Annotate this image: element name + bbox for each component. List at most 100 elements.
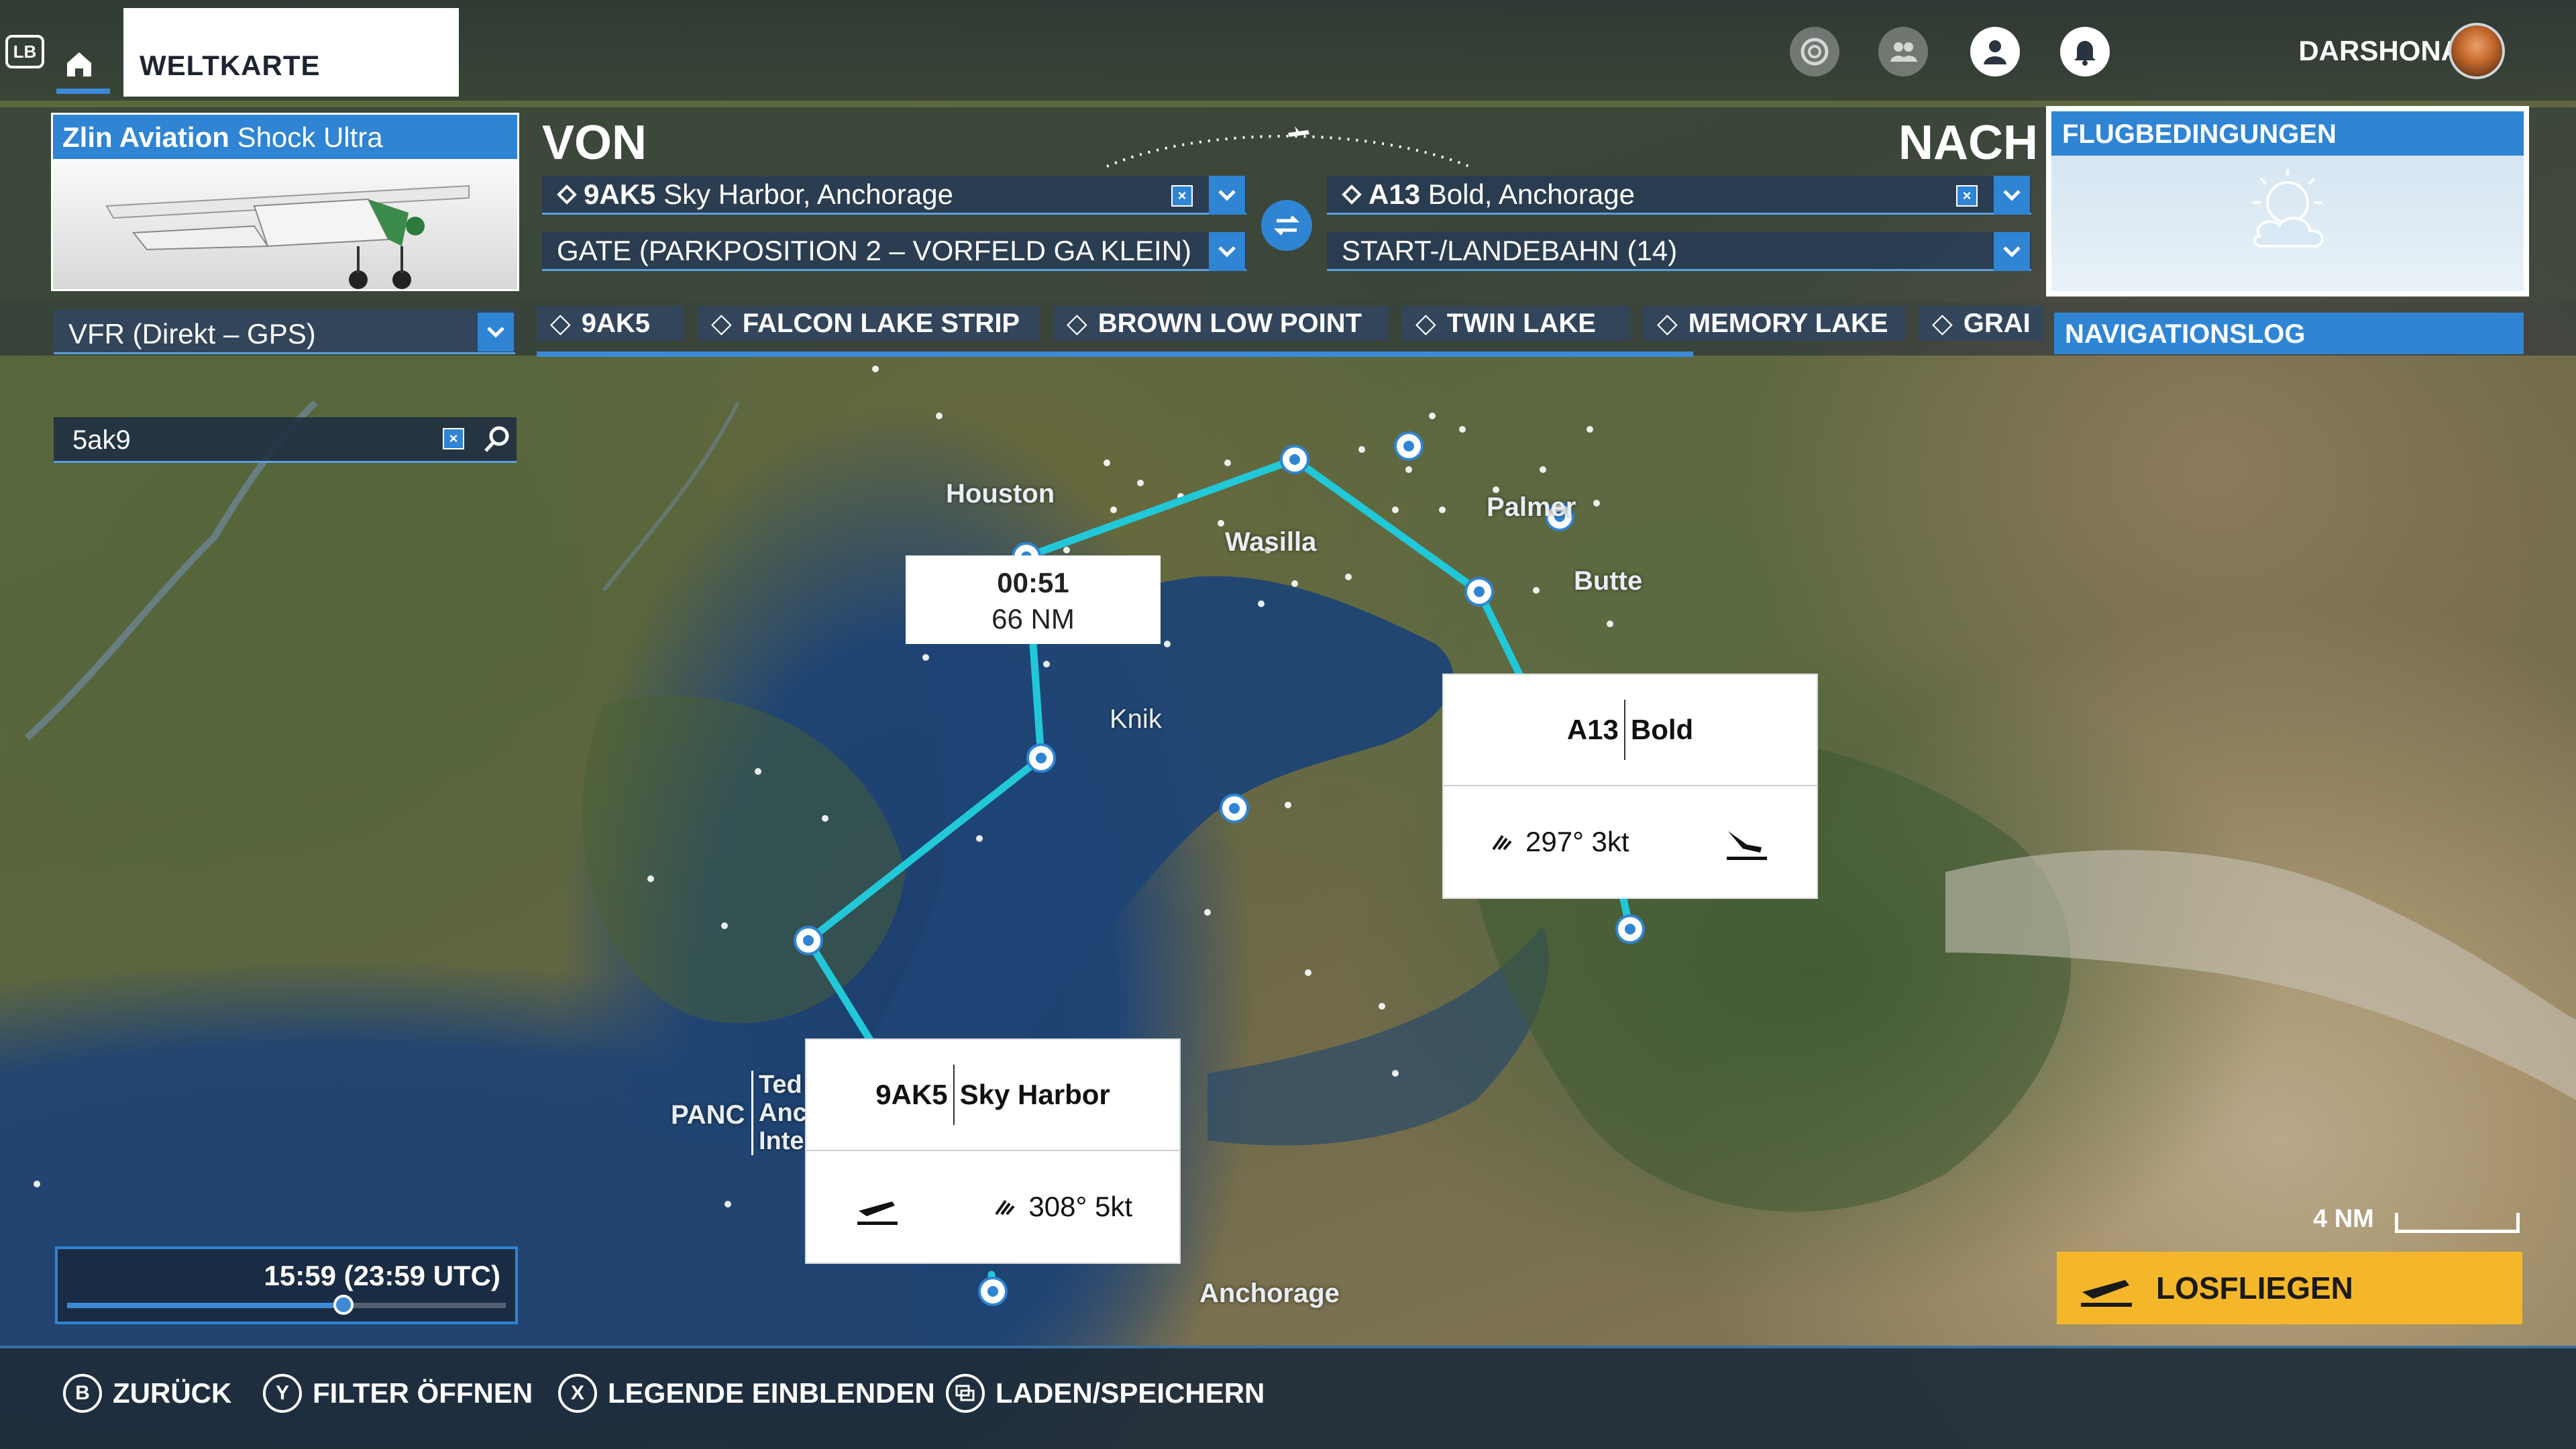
- from-heading: VON: [542, 116, 647, 170]
- profile-icon[interactable]: [1970, 27, 2020, 76]
- to-airport-code: A13: [1368, 178, 1421, 210]
- weather-sun-cloud-icon: [2253, 169, 2324, 248]
- fly-button[interactable]: LOSFLIEGEN: [2057, 1252, 2522, 1324]
- wind-icon: [1492, 835, 1512, 851]
- from-position: GATE (PARKPOSITION 2 – VORFELD GA KLEIN): [557, 234, 1192, 266]
- avatar[interactable]: [2449, 23, 2505, 79]
- waypoint-icon: ◇: [550, 309, 571, 338]
- open-filter-button[interactable]: Y FILTER ÖFFNEN: [263, 1374, 533, 1413]
- aircraft-image: [53, 159, 517, 289]
- waypoint-label: BROWN LOW POINT: [1097, 308, 1362, 338]
- airport-icon: [557, 184, 577, 205]
- dest-name: Bold: [1630, 714, 1694, 745]
- time-value: 15:59 (23:59 UTC): [264, 1260, 500, 1291]
- waypoint-icon: ◇: [1657, 309, 1678, 338]
- waypoint-icon: ◇: [711, 309, 732, 338]
- route-duration: 00:51: [997, 567, 1069, 598]
- map-label-butte: Butte: [1574, 566, 1643, 596]
- time-of-day-slider[interactable]: 15:59 (23:59 UTC): [55, 1246, 518, 1324]
- waypoint-chip[interactable]: ◇ MEMORY LAKE: [1644, 306, 1905, 341]
- from-airport-code: 9AK5: [584, 178, 656, 210]
- friends-icon[interactable]: [1878, 27, 1928, 76]
- airport-icon: [1342, 184, 1362, 205]
- map-scale-label: 4 NM: [2313, 1205, 2374, 1233]
- clear-from-button[interactable]: ×: [1171, 185, 1193, 207]
- fly-button-label: LOSFLIEGEN: [2156, 1271, 2353, 1305]
- aircraft-model: Shock Ultra: [237, 121, 383, 153]
- from-airport-name: Sky Harbor, Anchorage: [663, 178, 953, 210]
- origin-card[interactable]: 9AK5 Sky Harbor 308° 5kt: [805, 1038, 1181, 1264]
- waypoint-chip[interactable]: ◇ GRAI: [1919, 306, 2043, 341]
- map-label-houston: Houston: [946, 479, 1055, 508]
- waypoint-scrollbar[interactable]: [537, 352, 1693, 357]
- flight-type-select[interactable]: VFR (Direkt – GPS): [54, 310, 515, 354]
- from-position-dropdown[interactable]: [1209, 232, 1245, 271]
- waypoint-label: 9AK5: [581, 308, 651, 338]
- takeoff-icon: [857, 1201, 898, 1225]
- time-track-fill: [67, 1303, 343, 1308]
- flight-conditions-title: FLUGBEDINGUNGEN: [2051, 111, 2524, 156]
- activity-icon[interactable]: [1790, 27, 1839, 76]
- clear-search-button[interactable]: ×: [443, 428, 464, 449]
- y-button-icon: Y: [263, 1374, 302, 1413]
- to-airport-field[interactable]: A13 Bold, Anchorage: [1327, 176, 2031, 215]
- waypoint-icon: ◇: [1067, 309, 1087, 338]
- map-label-panc[interactable]: PANC: [671, 1100, 745, 1130]
- waypoint-icon: ◇: [1415, 309, 1436, 338]
- aircraft-brand: Zlin Aviation: [62, 121, 229, 153]
- clear-to-button[interactable]: ×: [1956, 185, 1978, 207]
- origin-code: 9AK5: [875, 1079, 948, 1110]
- map-scale-bar: [2395, 1213, 2520, 1233]
- route-distance: 66 NM: [991, 603, 1075, 635]
- dest-code: A13: [1566, 714, 1619, 745]
- waypoint-icon: ◇: [1932, 309, 1953, 338]
- show-legend-label: LEGENDE EINBLENDEN: [608, 1377, 935, 1409]
- waypoint-chip[interactable]: ◇ BROWN LOW POINT: [1053, 306, 1389, 341]
- waypoint-label: TWIN LAKE: [1446, 308, 1596, 338]
- back-button[interactable]: B ZURÜCK: [63, 1374, 231, 1413]
- map-label-airport-name: Ted Anc Inte: [751, 1071, 807, 1155]
- x-button-icon: X: [558, 1374, 597, 1413]
- wind-icon: [995, 1199, 1015, 1216]
- open-filter-label: FILTER ÖFFNEN: [313, 1377, 533, 1409]
- waypoint-chip[interactable]: ◇ FALCON LAKE STRIP: [698, 306, 1040, 341]
- landing-icon: [1727, 831, 1767, 860]
- waypoint-label: GRAI: [1963, 308, 2031, 338]
- flight-type-dropdown[interactable]: [478, 313, 514, 352]
- view-button-icon: [946, 1374, 985, 1413]
- notifications-bell-icon[interactable]: [2060, 27, 2110, 76]
- to-position-field[interactable]: START-/LANDEBAHN (14): [1327, 232, 2031, 271]
- tab-world-map[interactable]: WELTKARTE: [123, 8, 459, 97]
- to-position-dropdown[interactable]: [1994, 232, 2030, 271]
- lb-button[interactable]: LB: [5, 35, 44, 68]
- origin-wind: 308° 5kt: [1028, 1191, 1132, 1222]
- map-label-palmer: Palmer: [1487, 492, 1576, 522]
- from-airport-field[interactable]: 9AK5 Sky Harbor, Anchorage: [542, 176, 1246, 215]
- to-airport-name: Bold, Anchorage: [1428, 178, 1635, 210]
- b-button-icon: B: [63, 1374, 102, 1413]
- waypoint-chip[interactable]: ◇ TWIN LAKE: [1402, 306, 1630, 341]
- waypoint-chip[interactable]: ◇ 9AK5: [537, 306, 684, 341]
- flight-type-value: VFR (Direkt – GPS): [68, 318, 316, 350]
- time-slider-handle[interactable]: [333, 1295, 354, 1315]
- search-icon[interactable]: [482, 424, 513, 458]
- load-save-label: LADEN/SPEICHERN: [996, 1377, 1265, 1409]
- from-position-field[interactable]: GATE (PARKPOSITION 2 – VORFELD GA KLEIN): [542, 232, 1246, 271]
- home-icon[interactable]: [60, 44, 98, 82]
- aircraft-card[interactable]: Zlin Aviation Shock Ultra: [51, 113, 519, 291]
- origin-name: Sky Harbor: [959, 1079, 1110, 1110]
- navigation-log-button[interactable]: NAVIGATIONSLOG: [2054, 313, 2524, 354]
- flight-conditions-card[interactable]: FLUGBEDINGUNGEN: [2046, 106, 2529, 297]
- destination-card[interactable]: A13 Bold 297° 3kt: [1442, 674, 1818, 899]
- load-save-button[interactable]: LADEN/SPEICHERN: [946, 1374, 1265, 1413]
- show-legend-button[interactable]: X LEGENDE EINBLENDEN: [558, 1374, 935, 1413]
- from-airport-dropdown[interactable]: [1209, 176, 1245, 215]
- to-position: START-/LANDEBAHN (14): [1342, 234, 1678, 266]
- dest-wind: 297° 3kt: [1525, 826, 1629, 857]
- to-heading: NACH: [1898, 116, 2038, 170]
- route-arc: [1106, 126, 1470, 168]
- swap-route-button[interactable]: [1261, 200, 1312, 251]
- back-label: ZURÜCK: [113, 1377, 232, 1409]
- to-airport-dropdown[interactable]: [1994, 176, 2030, 215]
- swap-icon: [1273, 215, 1300, 235]
